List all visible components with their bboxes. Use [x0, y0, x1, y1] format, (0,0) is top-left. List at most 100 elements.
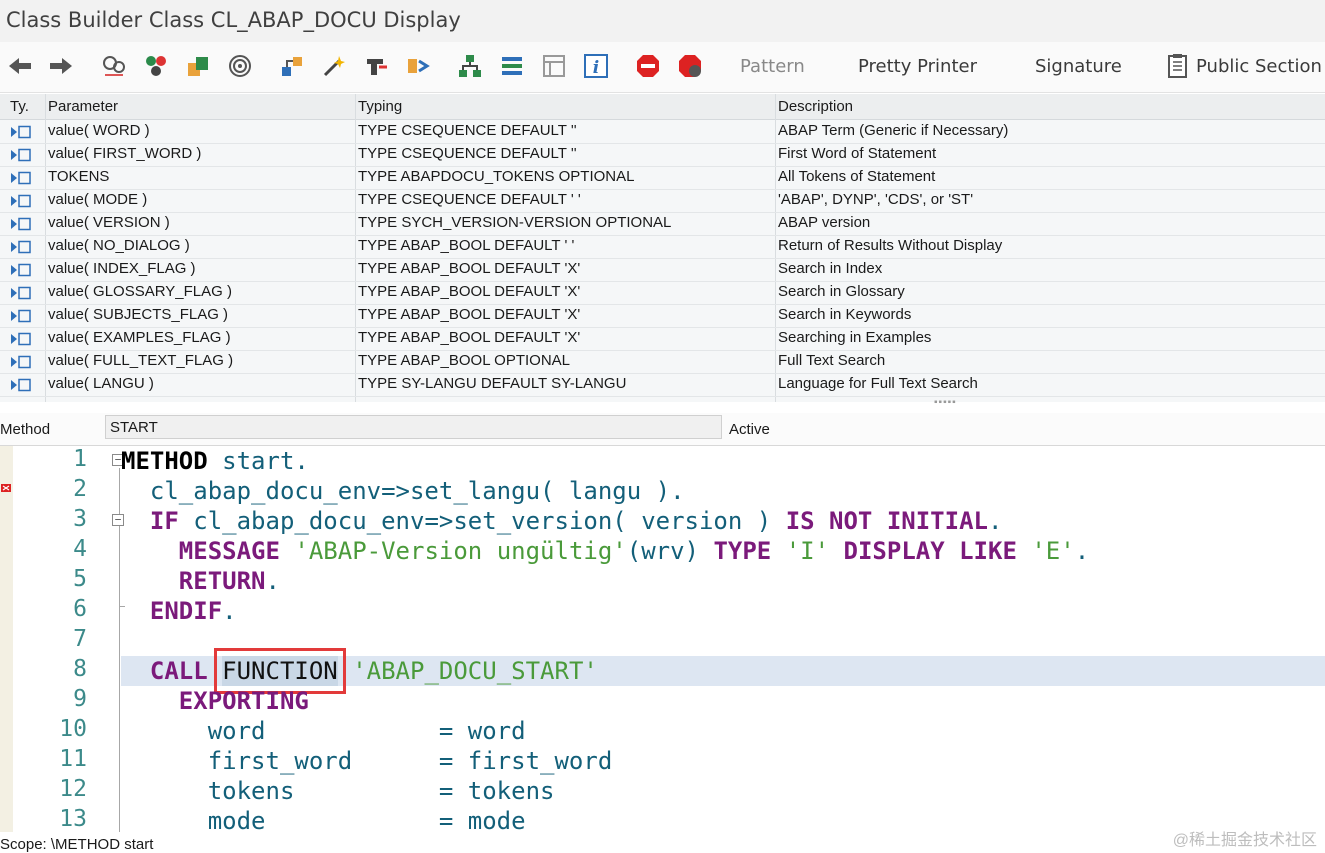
method-name-field[interactable]: START [105, 415, 722, 439]
table-row[interactable]: value( FIRST_WORD ) TYPE CSEQUENCE DEFAUL… [0, 143, 1325, 167]
code-line[interactable]: word = word [121, 716, 1325, 746]
line-number: 3 [73, 506, 87, 532]
display-change-icon[interactable] [142, 52, 170, 80]
table-row[interactable]: value( SUBJECTS_FLAG ) TYPE ABAP_BOOL DEF… [0, 304, 1325, 328]
parameter-cell[interactable]: TOKENS [48, 168, 109, 185]
pretty-printer-button[interactable]: Pretty Printer [858, 56, 977, 77]
code-token: . [222, 597, 237, 625]
typing-cell[interactable]: TYPE CSEQUENCE DEFAULT '' [358, 145, 577, 162]
code-token: first_word = first_word [121, 747, 613, 775]
table-row[interactable]: value( INDEX_FLAG ) TYPE ABAP_BOOL DEFAUL… [0, 258, 1325, 282]
table-row[interactable]: TOKENS TYPE ABAPDOCU_TOKENS OPTIONAL All T… [0, 166, 1325, 190]
public-section-button[interactable]: Public Section [1196, 56, 1322, 77]
session-breakpoint-icon[interactable] [676, 52, 704, 80]
display-object-list-icon[interactable] [540, 52, 568, 80]
line-number: 5 [73, 566, 87, 592]
code-line[interactable] [121, 626, 1325, 656]
code-line[interactable]: first_word = first_word [121, 746, 1325, 776]
code-token: start. [207, 447, 309, 475]
forward-arrow-icon[interactable] [47, 52, 75, 80]
parameter-cell[interactable]: value( EXAMPLES_FLAG ) [48, 329, 231, 346]
column-header-type[interactable]: Ty. [10, 98, 29, 115]
signature-button[interactable]: Signature [1035, 56, 1122, 77]
typing-cell[interactable]: TYPE ABAP_BOOL OPTIONAL [358, 352, 570, 369]
parameter-cell[interactable]: value( GLOSSARY_FLAG ) [48, 283, 232, 300]
activate-icon[interactable] [362, 52, 390, 80]
table-row[interactable]: value( FULL_TEXT_FLAG ) TYPE ABAP_BOOL OP… [0, 350, 1325, 374]
description-cell[interactable]: Searching in Examples [778, 329, 931, 346]
back-arrow-icon[interactable] [6, 52, 34, 80]
line-number-area: − − 1 2 3 4 5 6 7 8 9 10 11 12 13 [13, 446, 125, 832]
table-row[interactable]: value( EXAMPLES_FLAG ) TYPE ABAP_BOOL DEF… [0, 327, 1325, 351]
pattern-button[interactable]: Pattern [740, 56, 805, 77]
description-cell[interactable]: ABAP version [778, 214, 870, 231]
code-token: MESSAGE [178, 537, 280, 565]
code-line[interactable]: cl_abap_docu_env=>set_langu( langu ). [121, 476, 1325, 506]
code-line[interactable]: METHOD start. [121, 446, 1325, 476]
code-line[interactable]: tokens = tokens [121, 776, 1325, 806]
column-header-typing[interactable]: Typing [358, 98, 402, 115]
code-line[interactable]: CALL FUNCTION 'ABAP_DOCU_START' [121, 648, 1325, 694]
info-icon[interactable]: i [582, 52, 610, 80]
code-line[interactable]: IF cl_abap_docu_env=>set_version( versio… [121, 506, 1325, 536]
description-cell[interactable]: Full Text Search [778, 352, 885, 369]
parameter-cell[interactable]: value( VERSION ) [48, 214, 170, 231]
code-line[interactable]: EXPORTING [121, 686, 1325, 716]
parameter-table-header: Ty. Parameter Typing Description [0, 94, 1325, 120]
parameter-cell[interactable]: value( INDEX_FLAG ) [48, 260, 196, 277]
code-editor[interactable]: − − 1 2 3 4 5 6 7 8 9 10 11 12 13 METHOD start. cl_a… [0, 446, 1325, 832]
parameter-cell[interactable]: value( WORD ) [48, 122, 150, 139]
description-cell[interactable]: All Tokens of Statement [778, 168, 935, 185]
typing-cell[interactable]: TYPE ABAPDOCU_TOKENS OPTIONAL [358, 168, 634, 185]
description-cell[interactable]: Return of Results Without Display [778, 237, 1002, 254]
description-cell[interactable]: ABAP Term (Generic if Necessary) [778, 122, 1008, 139]
description-cell[interactable]: Search in Keywords [778, 306, 911, 323]
code-line[interactable]: RETURN. [121, 566, 1325, 596]
splitter-grip[interactable]: ▪▪▪▪▪ [934, 397, 957, 408]
typing-cell[interactable]: TYPE ABAP_BOOL DEFAULT 'X' [358, 283, 580, 300]
table-row[interactable]: value( GLOSSARY_FLAG ) TYPE ABAP_BOOL DEF… [0, 281, 1325, 305]
typing-cell[interactable]: TYPE ABAP_BOOL DEFAULT 'X' [358, 306, 580, 323]
where-used-icon[interactable] [278, 52, 306, 80]
window-title: Class Builder Class CL_ABAP_DOCU Display [6, 8, 461, 32]
parameter-cell[interactable]: value( FIRST_WORD ) [48, 145, 201, 162]
typing-cell[interactable]: TYPE ABAP_BOOL DEFAULT 'X' [358, 329, 580, 346]
active-inactive-icon[interactable] [184, 52, 212, 80]
hierarchy-icon[interactable] [456, 52, 484, 80]
table-row[interactable]: value( MODE ) TYPE CSEQUENCE DEFAULT ' ' '… [0, 189, 1325, 213]
description-cell[interactable]: Search in Glossary [778, 283, 905, 300]
parameter-cell[interactable]: value( SUBJECTS_FLAG ) [48, 306, 228, 323]
test-icon[interactable] [404, 52, 432, 80]
table-row[interactable]: value( VERSION ) TYPE SYCH_VERSION-VERSIO… [0, 212, 1325, 236]
description-cell[interactable]: Search in Index [778, 260, 882, 277]
check-icon[interactable] [320, 52, 348, 80]
table-row[interactable]: value( LANGU ) TYPE SY-LANGU DEFAULT SY-L… [0, 373, 1325, 397]
table-row[interactable]: value( NO_DIALOG ) TYPE ABAP_BOOL DEFAULT… [0, 235, 1325, 259]
column-header-description[interactable]: Description [778, 98, 853, 115]
table-row[interactable]: value( WORD ) TYPE CSEQUENCE DEFAULT '' AB… [0, 120, 1325, 144]
typing-cell[interactable]: TYPE ABAP_BOOL DEFAULT 'X' [358, 260, 580, 277]
parameter-cell[interactable]: value( NO_DIALOG ) [48, 237, 190, 254]
parameter-cell[interactable]: value( MODE ) [48, 191, 147, 208]
typing-cell[interactable]: TYPE SYCH_VERSION-VERSION OPTIONAL [358, 214, 671, 231]
parameter-cell[interactable]: value( LANGU ) [48, 375, 154, 392]
breakpoint-icon[interactable] [634, 52, 662, 80]
description-cell[interactable]: Language for Full Text Search [778, 375, 978, 392]
description-cell[interactable]: First Word of Statement [778, 145, 936, 162]
typing-cell[interactable]: TYPE CSEQUENCE DEFAULT '' [358, 122, 577, 139]
parameter-cell[interactable]: value( FULL_TEXT_FLAG ) [48, 352, 233, 369]
typing-cell[interactable]: TYPE ABAP_BOOL DEFAULT ' ' [358, 237, 574, 254]
code-line[interactable]: MESSAGE 'ABAP-Version ungültig'(wrv) TYP… [121, 536, 1325, 566]
column-header-parameter[interactable]: Parameter [48, 98, 118, 115]
code-line[interactable]: ENDIF. [121, 596, 1325, 626]
typing-cell[interactable]: TYPE CSEQUENCE DEFAULT ' ' [358, 191, 581, 208]
object-list-icon[interactable] [226, 52, 254, 80]
code-line[interactable]: mode = mode [121, 806, 1325, 832]
svg-text:i: i [593, 58, 599, 78]
documentation-icon[interactable] [498, 52, 526, 80]
other-object-icon[interactable] [100, 52, 128, 80]
typing-cell[interactable]: TYPE SY-LANGU DEFAULT SY-LANGU [358, 375, 626, 392]
description-cell[interactable]: 'ABAP', DYNP', 'CDS', or 'ST' [778, 191, 973, 208]
